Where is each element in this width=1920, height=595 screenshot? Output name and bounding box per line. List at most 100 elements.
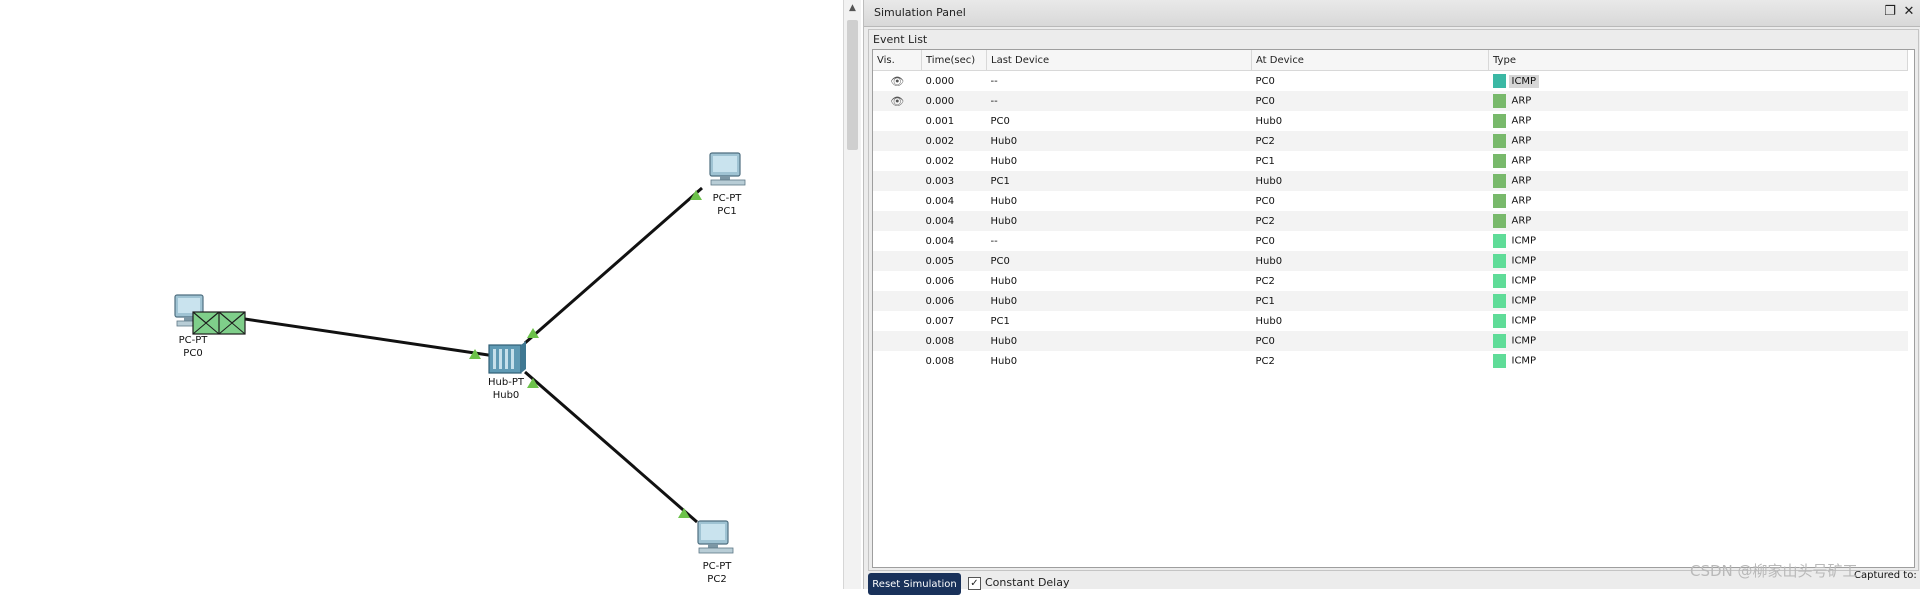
event-type: ICMP [1511,355,1537,367]
column-header-time[interactable]: Time(sec) [921,50,987,71]
reset-simulation-button[interactable]: Reset Simulation [868,573,961,595]
event-at-device: PC0 [1255,235,1275,247]
event-vis-cell[interactable] [873,151,922,171]
event-type-cell[interactable]: ICMP [1489,71,1908,92]
event-color-swatch [1492,254,1506,268]
event-vis-cell[interactable]: 👁 [873,71,922,92]
event-type: ARP [1511,115,1532,127]
device-label-pc2: PC-PT PC2 [703,560,732,586]
event-list-table[interactable]: Vis. Time(sec) Last Device At Device Typ… [872,49,1915,568]
event-vis-cell[interactable] [873,251,922,271]
event-row[interactable]: 0.006 Hub0 PC2 ICMP [873,271,1908,291]
event-type-cell[interactable]: ARP [1489,151,1908,171]
event-vis-cell[interactable] [873,211,922,231]
topology-workspace[interactable]: PC-PT PC0 Hub-PT Hub0 PC-PT PC1 PC-PT PC… [0,0,844,589]
device-model: PC-PT [702,561,732,572]
link-hub0-pc1[interactable] [524,186,703,345]
event-time: 0.008 [925,355,955,367]
event-type: ARP [1511,195,1532,207]
event-vis-cell[interactable] [873,171,922,191]
event-vis-cell[interactable] [873,271,922,291]
event-at-device: PC2 [1255,355,1275,367]
event-at-device: PC0 [1255,195,1275,207]
event-time: 0.004 [921,211,987,231]
event-vis-cell[interactable] [873,291,922,311]
event-row[interactable]: 0.007 PC1 Hub0 ICMP [873,311,1908,331]
close-icon[interactable]: ✕ [1901,4,1917,20]
column-header-type[interactable]: Type [1488,50,1908,71]
event-type-cell[interactable]: ARP [1489,111,1908,131]
simulation-panel-titlebar: Simulation Panel ❐ ✕ [864,0,1920,27]
event-vis-cell[interactable] [873,351,922,371]
event-row[interactable]: 0.004 Hub0 PC0 ARP [873,191,1908,211]
pdu-envelope-icon[interactable] [192,311,246,335]
event-color-swatch [1492,174,1506,188]
event-row[interactable]: 0.002 Hub0 PC1 ARP [873,151,1908,171]
event-row[interactable]: 👁 0.000 -- PC0 ICMP [873,71,1908,92]
event-time: 0.006 [921,291,987,311]
device-model: PC-PT [178,335,208,346]
event-color-swatch [1492,134,1506,148]
event-vis-cell[interactable]: 👁 [873,91,922,111]
scrollbar-thumb[interactable] [847,20,858,150]
column-header-last-device[interactable]: Last Device [986,50,1252,71]
event-row[interactable]: 0.006 Hub0 PC1 ICMP [873,291,1908,311]
event-type: ICMP [1511,315,1537,327]
column-header-vis[interactable]: Vis. [873,50,922,71]
event-time: 0.002 [925,155,955,167]
event-type: ICMP [1511,275,1537,287]
event-row[interactable]: 0.001 PC0 Hub0 ARP [873,111,1908,131]
event-type-cell[interactable]: ICMP [1488,331,1908,351]
event-type-cell[interactable]: ICMP [1488,251,1908,271]
pc1-icon[interactable] [709,152,746,186]
event-type-cell[interactable]: ICMP [1489,311,1908,331]
event-type: ARP [1511,95,1532,107]
event-row[interactable]: 0.002 Hub0 PC2 ARP [873,131,1908,151]
pc2-icon[interactable] [697,520,734,554]
event-type-cell[interactable]: ICMP [1489,271,1908,291]
event-row[interactable]: 👁 0.000 -- PC0 ARP [873,91,1908,111]
eye-icon[interactable]: 👁 [890,95,904,108]
link-hub0-pc2[interactable] [524,370,698,524]
event-row[interactable]: 0.008 Hub0 PC0 ICMP [873,331,1908,351]
event-vis-cell[interactable] [873,131,922,151]
eye-icon[interactable]: 👁 [890,75,904,88]
event-time: 0.000 [925,75,955,87]
event-color-swatch [1492,214,1506,228]
event-vis-cell[interactable] [873,331,922,351]
event-list-group: Event List Vis. Time(sec) Last Device At… [868,29,1919,571]
event-vis-cell[interactable] [873,191,922,211]
event-time: 0.000 [921,91,987,111]
event-vis-cell[interactable] [873,111,922,131]
event-at-device: PC2 [1251,131,1489,151]
checkbox-checked-icon[interactable]: ✓ [968,576,981,590]
scroll-up-icon[interactable]: ▲ [844,0,861,16]
event-type-cell[interactable]: ICMP [1489,231,1908,251]
event-vis-cell[interactable] [873,231,922,251]
hub0-icon[interactable] [488,341,526,374]
restore-window-icon[interactable]: ❐ [1882,4,1898,20]
event-type-cell[interactable]: ICMP [1488,291,1908,311]
event-color-swatch [1492,274,1506,288]
link-pc0-hub0[interactable] [237,316,496,358]
event-row[interactable]: 0.004 -- PC0 ICMP [873,231,1908,251]
event-type-cell[interactable]: ICMP [1489,351,1908,371]
event-row[interactable]: 0.004 Hub0 PC2 ARP [873,211,1908,231]
workspace-scrollbar[interactable]: ▲ [843,0,861,589]
event-type-cell[interactable]: ARP [1488,211,1908,231]
column-header-at-device[interactable]: At Device [1251,50,1489,71]
event-last-device: -- [990,75,998,87]
event-type-cell[interactable]: ARP [1488,91,1908,111]
event-row[interactable]: 0.003 PC1 Hub0 ARP [873,171,1908,191]
event-at-device: PC0 [1251,91,1489,111]
event-row[interactable]: 0.005 PC0 Hub0 ICMP [873,251,1908,271]
event-type-cell[interactable]: ARP [1489,191,1908,211]
event-type-cell[interactable]: ARP [1488,171,1908,191]
event-type-cell[interactable]: ARP [1488,131,1908,151]
event-row[interactable]: 0.008 Hub0 PC2 ICMP [873,351,1908,371]
event-type: ARP [1511,155,1532,167]
constant-delay-checkbox[interactable]: ✓ Constant Delay [968,576,1070,590]
event-color-swatch [1492,314,1506,328]
topology-canvas [174,152,746,554]
event-vis-cell[interactable] [873,311,922,331]
